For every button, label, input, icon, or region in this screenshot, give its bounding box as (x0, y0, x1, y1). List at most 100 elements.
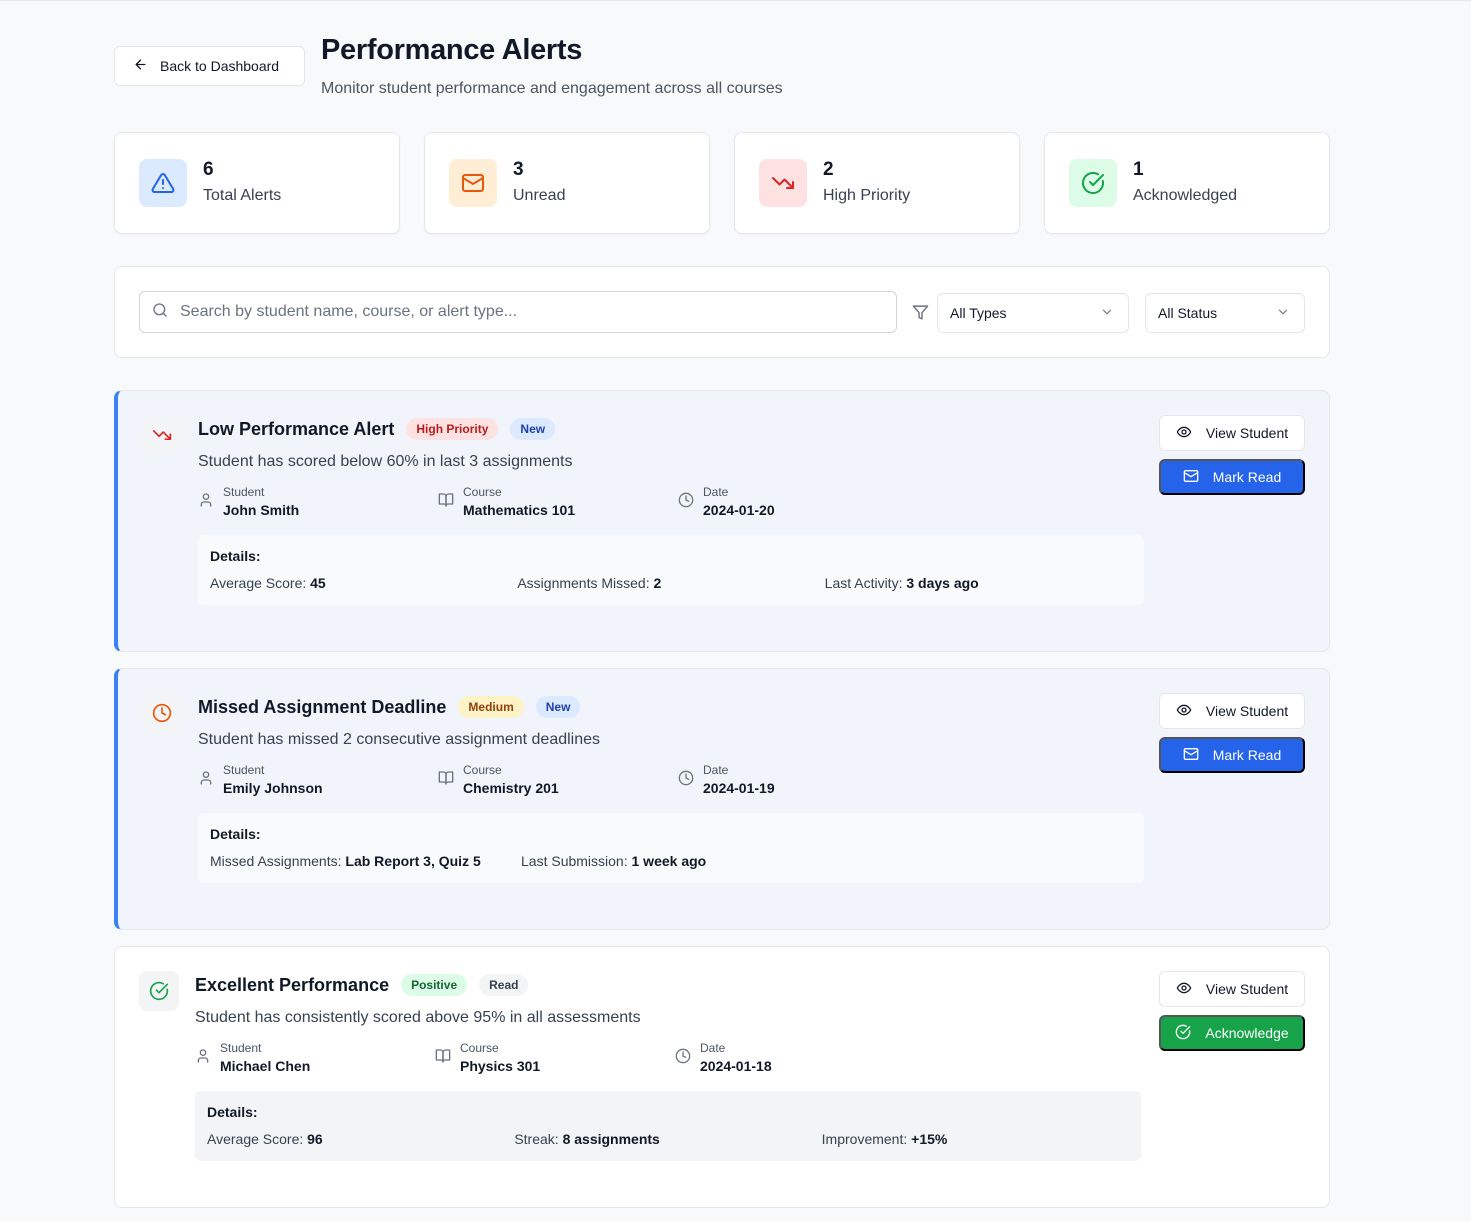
back-to-dashboard-button[interactable]: Back to Dashboard (114, 46, 305, 86)
check-circle-icon (1069, 159, 1117, 207)
chevron-down-icon (1100, 305, 1114, 322)
meta-label: Student (223, 763, 265, 777)
search-input[interactable] (180, 303, 860, 321)
stat-label: Unread (513, 187, 566, 204)
user-icon (195, 1048, 211, 1069)
alert-body: Missed Assignment Deadline Medium New St… (198, 693, 1144, 883)
mail-icon (449, 159, 497, 207)
date-meta: Date 2024-01-18 (675, 1041, 915, 1075)
back-button-label: Back to Dashboard (160, 58, 280, 74)
eye-icon (1176, 424, 1192, 443)
student-meta: Student Michael Chen (195, 1041, 435, 1075)
clock-icon (678, 492, 694, 513)
stat-card-total-alerts: 6 Total Alerts (114, 132, 400, 234)
mark-read-button[interactable]: Mark Read (1159, 459, 1305, 495)
student-meta: Student Emily Johnson (198, 763, 438, 797)
alert-title: Excellent Performance (195, 974, 390, 995)
stat-card-unread: 3 Unread (424, 132, 710, 234)
detail-item: Last Activity: 3 days ago (824, 575, 979, 591)
course-meta: Course Chemistry 201 (438, 763, 678, 797)
search-icon (152, 302, 168, 323)
arrow-left-icon (133, 57, 148, 75)
clock-icon (675, 1048, 691, 1069)
book-open-icon (438, 492, 454, 513)
check-circle-icon (1175, 1024, 1191, 1043)
book-open-icon (438, 770, 454, 791)
view-student-button[interactable]: View Student (1159, 415, 1305, 451)
alert-triangle-icon (139, 159, 187, 207)
stat-card-high-priority: 2 High Priority (734, 132, 1020, 234)
type-filter-select[interactable]: All Types (937, 293, 1129, 333)
stat-card-acknowledged: 1 Acknowledged (1044, 132, 1330, 234)
details-box: Details: Missed Assignments: Lab Report … (198, 813, 1144, 883)
type-filter-value: All Types (950, 305, 1007, 321)
status-badge: New (535, 696, 581, 718)
details-title: Details: (210, 548, 261, 564)
priority-badge: Positive (401, 974, 468, 996)
alert-description: Student has scored below 60% in last 3 a… (198, 453, 573, 470)
alert-date: 2024-01-18 (700, 1058, 772, 1074)
status-badge: Read (479, 974, 529, 996)
alert-actions: View Student Mark Read (1159, 415, 1305, 495)
detail-item: Average Score: 96 (207, 1131, 323, 1147)
view-student-button[interactable]: View Student (1159, 693, 1305, 729)
alert-description: Student has consistently scored above 95… (195, 1009, 641, 1026)
detail-item: Average Score: 45 (210, 575, 326, 591)
alert-actions: View Student Mark Read (1159, 693, 1305, 773)
stat-value: 2 (823, 159, 834, 180)
details-title: Details: (207, 1104, 258, 1120)
alert-card: Excellent Performance Positive Read Stud… (114, 946, 1330, 1208)
alert-date: 2024-01-20 (703, 502, 775, 518)
trending-down-icon (142, 415, 182, 455)
filter-icon (912, 304, 929, 321)
alert-title: Missed Assignment Deadline (198, 696, 447, 717)
user-icon (198, 770, 214, 791)
mark-read-button[interactable]: Mark Read (1159, 737, 1305, 773)
stat-label: High Priority (823, 187, 911, 204)
chevron-down-icon (1276, 305, 1290, 322)
alert-body: Low Performance Alert High Priority New … (198, 415, 1144, 605)
detail-item: Improvement: +15% (821, 1131, 948, 1147)
detail-item: Last Submission: 1 week ago (521, 853, 707, 869)
course-meta: Course Mathematics 101 (438, 485, 678, 519)
page-subtitle: Monitor student performance and engageme… (321, 80, 783, 97)
status-filter-select[interactable]: All Status (1145, 293, 1305, 333)
user-icon (198, 492, 214, 513)
alert-body: Excellent Performance Positive Read Stud… (195, 971, 1141, 1161)
alert-card: Missed Assignment Deadline Medium New St… (114, 668, 1330, 930)
stat-value: 1 (1133, 159, 1144, 180)
status-filter-value: All Status (1158, 305, 1218, 321)
alert-date: 2024-01-19 (703, 780, 775, 796)
priority-badge: Medium (458, 696, 524, 718)
stat-label: Total Alerts (203, 187, 282, 204)
acknowledge-button[interactable]: Acknowledge (1159, 1015, 1305, 1051)
eye-icon (1176, 702, 1192, 721)
detail-item: Missed Assignments: Lab Report 3, Quiz 5 (210, 853, 481, 869)
stat-label: Acknowledged (1133, 187, 1238, 204)
trending-down-icon (759, 159, 807, 207)
course-meta: Course Physics 301 (435, 1041, 675, 1075)
search-box[interactable] (139, 291, 897, 333)
view-student-button[interactable]: View Student (1159, 971, 1305, 1007)
date-meta: Date 2024-01-20 (678, 485, 918, 519)
status-badge: New (510, 418, 556, 440)
alert-card: Low Performance Alert High Priority New … (114, 390, 1330, 652)
stat-value: 3 (513, 159, 524, 180)
mail-icon (1183, 468, 1199, 487)
stat-value: 6 (203, 159, 214, 180)
meta-label: Student (223, 485, 265, 499)
clock-icon (678, 770, 694, 791)
details-box: Details: Average Score: 45 Assignments M… (198, 535, 1144, 605)
course-name: Chemistry 201 (463, 780, 559, 796)
meta-label: Date (703, 763, 729, 777)
clock-icon (142, 693, 182, 733)
student-meta: Student John Smith (198, 485, 438, 519)
student-name: Michael Chen (220, 1058, 311, 1074)
meta-label: Date (703, 485, 729, 499)
details-box: Details: Average Score: 96 Streak: 8 ass… (195, 1091, 1141, 1161)
meta-label: Course (463, 485, 502, 499)
check-circle-icon (139, 971, 179, 1011)
meta-label: Date (700, 1041, 726, 1055)
top-divider (0, 0, 1471, 1)
meta-label: Course (460, 1041, 499, 1055)
